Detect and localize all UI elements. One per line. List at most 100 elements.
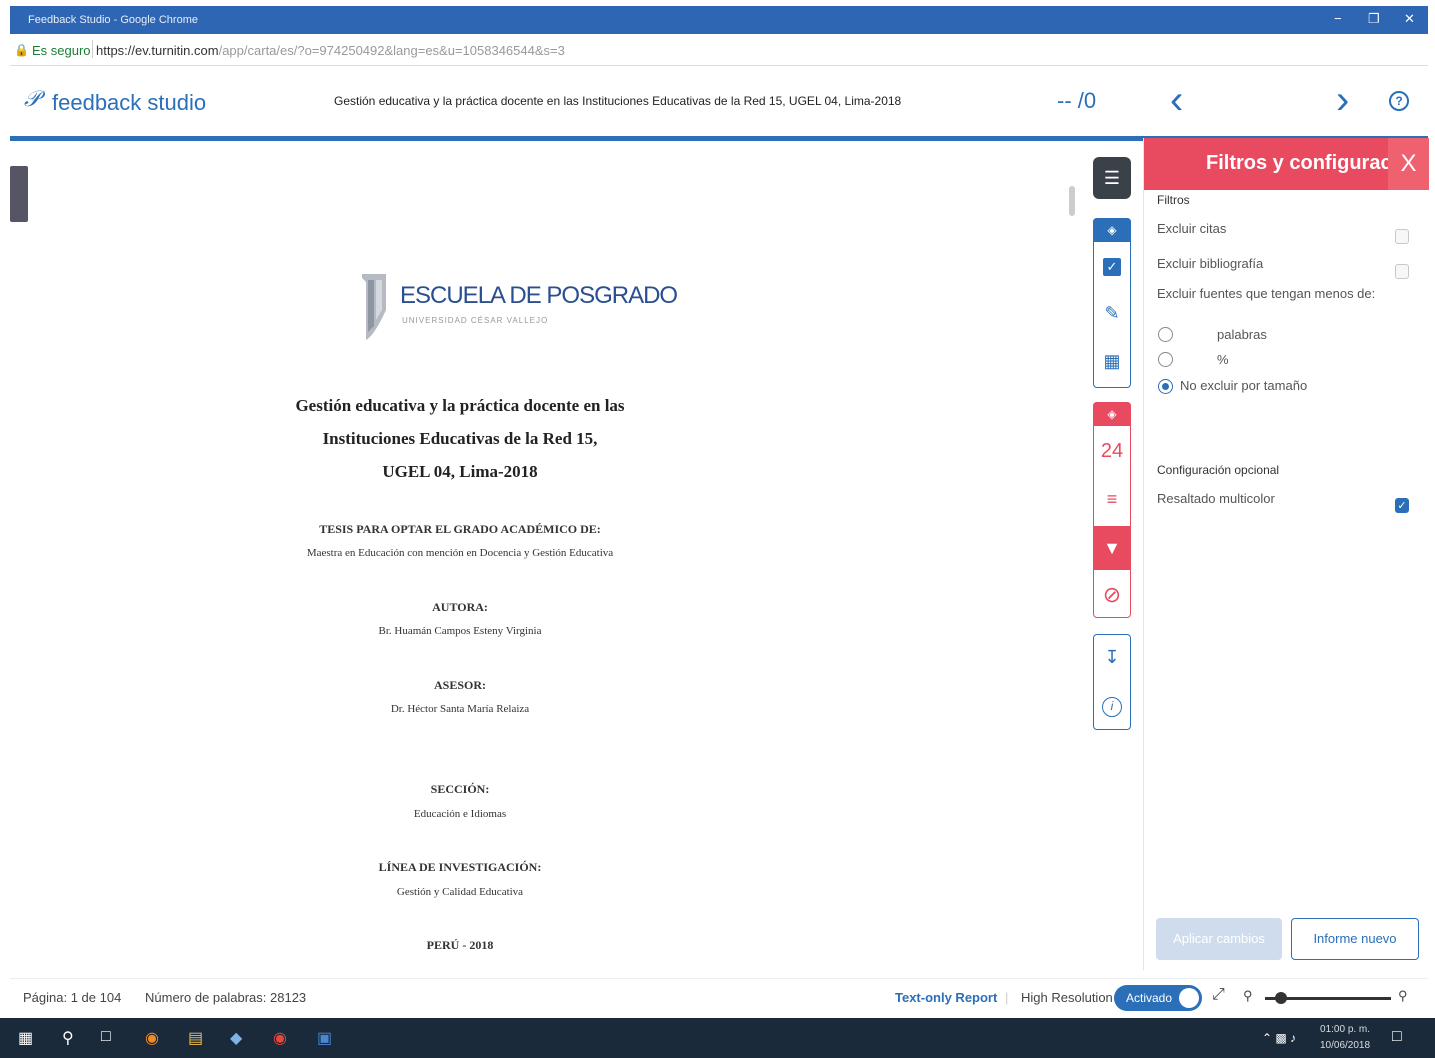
url-domain: https://ev.turnitin.com bbox=[96, 43, 219, 58]
funnel-icon: ▼ bbox=[1103, 537, 1121, 558]
stack-icon: ◈ bbox=[1107, 223, 1117, 237]
words-radio[interactable] bbox=[1158, 327, 1173, 342]
similarity-layer-button[interactable]: ◈ bbox=[1093, 402, 1131, 426]
exclusions-button[interactable]: ⊘ bbox=[1093, 574, 1131, 616]
windows-start-icon[interactable]: ▦ bbox=[18, 1028, 33, 1048]
new-report-button[interactable]: Informe nuevo bbox=[1291, 918, 1419, 960]
url-path: /app/carta/es/?o=974250492&lang=es&u=105… bbox=[218, 43, 565, 58]
filters-button[interactable]: ▼ bbox=[1093, 526, 1131, 570]
next-paper-chevron-icon[interactable]: › bbox=[1336, 78, 1349, 123]
url-text[interactable]: https://ev.turnitin.com/app/carta/es/?o=… bbox=[96, 43, 565, 58]
app-logo[interactable]: feedback studio bbox=[52, 90, 206, 116]
page-indicator: -- /0 bbox=[1057, 88, 1097, 113]
exclude-quotes-checkbox[interactable] bbox=[1395, 229, 1409, 244]
exclude-quotes-label: Excluir citas bbox=[1157, 221, 1227, 236]
thesis-degree: Maestra en Educación con mención en Doce… bbox=[306, 547, 614, 559]
close-window-button[interactable]: ✕ bbox=[1404, 11, 1415, 27]
document-title: Gestión educativa y la práctica docente … bbox=[334, 94, 902, 108]
feedback-summary-button[interactable]: ✎ bbox=[1093, 292, 1131, 334]
stack-icon: ◈ bbox=[1107, 407, 1117, 421]
download-button[interactable]: ↧ bbox=[1093, 636, 1131, 678]
os-taskbar: ▦ ⚲ □ ◉ ▤ ◆ ◉ ▣ ⌃ ▩ ♪ 01:00 p. m. 10/06/… bbox=[0, 1018, 1435, 1058]
lock-icon: 🔒 bbox=[14, 43, 29, 57]
filters-heading: Filtros bbox=[1157, 193, 1190, 207]
filters-panel: Filtros y configuración X Filtros Exclui… bbox=[1143, 138, 1429, 970]
percent-radio[interactable] bbox=[1158, 352, 1173, 367]
words-option-label: palabras bbox=[1217, 327, 1267, 342]
high-resolution-toggle[interactable]: Activado bbox=[1114, 985, 1202, 1011]
author-name: Br. Huamán Campos Esteny Virginia bbox=[378, 625, 542, 637]
rubric-grid-button[interactable]: ▦ bbox=[1093, 340, 1131, 382]
app-header: 𝒫 feedback studio Gestión educativa y la… bbox=[10, 70, 1428, 134]
text-only-report-link[interactable]: Text-only Report bbox=[895, 990, 997, 1005]
list-filter-icon: ≡ bbox=[1106, 488, 1118, 509]
no-exclude-radio[interactable] bbox=[1158, 379, 1173, 394]
feedback-studio-logo-icon: 𝒫 bbox=[24, 86, 40, 111]
percent-option-label: % bbox=[1217, 352, 1229, 367]
cover-footer: PERÚ - 2018 bbox=[426, 938, 494, 952]
side-panel-handle[interactable] bbox=[10, 166, 28, 222]
firefox-icon[interactable]: ◉ bbox=[145, 1028, 159, 1048]
similarity-score-button[interactable]: 24 bbox=[1093, 430, 1131, 472]
grading-layer-button[interactable]: ◈ bbox=[1093, 218, 1131, 242]
exclude-bibliography-checkbox[interactable] bbox=[1395, 264, 1409, 279]
layers-button[interactable]: ☰ bbox=[1093, 157, 1131, 199]
thesis-title-line-3: UGEL 04, Lima-2018 bbox=[382, 462, 538, 481]
research-line-value: Gestión y Calidad Educativa bbox=[396, 886, 524, 898]
thesis-title-line-1: Gestión educativa y la práctica docente … bbox=[295, 396, 625, 415]
status-divider: | bbox=[1005, 990, 1009, 1005]
clock-date: 10/06/2018 bbox=[1320, 1040, 1371, 1051]
search-icon[interactable]: ⚲ bbox=[62, 1028, 74, 1048]
download-icon: ↧ bbox=[1104, 646, 1120, 667]
app-shortcut-icon[interactable]: ◆ bbox=[230, 1028, 242, 1048]
rubric-check-button[interactable]: ✓ bbox=[1093, 246, 1131, 288]
edit-icon: ✎ bbox=[1104, 302, 1120, 323]
high-resolution-label: High Resolution bbox=[1021, 990, 1113, 1005]
apply-changes-button[interactable]: Aplicar cambios bbox=[1156, 918, 1282, 960]
close-panel-button[interactable]: X bbox=[1388, 138, 1429, 190]
restore-button[interactable]: ❐ bbox=[1368, 11, 1380, 27]
file-explorer-icon[interactable]: ▤ bbox=[188, 1028, 203, 1048]
secure-label: Es seguro bbox=[32, 43, 91, 58]
status-bar: Página: 1 de 104 Número de palabras: 281… bbox=[10, 978, 1428, 1016]
optional-settings-heading: Configuración opcional bbox=[1157, 463, 1280, 477]
author-label: AUTORA: bbox=[432, 600, 488, 614]
section-label: SECCIÓN: bbox=[430, 782, 490, 796]
window-title: Feedback Studio - Google Chrome bbox=[28, 14, 198, 26]
address-divider bbox=[92, 40, 93, 58]
info-button[interactable]: i bbox=[1093, 686, 1131, 728]
notification-icon[interactable]: □ bbox=[1392, 1028, 1402, 1046]
minimize-button[interactable]: − bbox=[1334, 11, 1342, 26]
grid-icon: ▦ bbox=[1103, 350, 1121, 371]
exclude-bibliography-label: Excluir bibliografía bbox=[1157, 256, 1264, 271]
help-icon[interactable]: ? bbox=[1389, 91, 1409, 111]
zoom-slider-knob[interactable] bbox=[1275, 992, 1287, 1004]
address-bar[interactable]: 🔒 Es seguro https://ev.turnitin.com/app/… bbox=[10, 34, 1428, 66]
thesis-title-line-2: Instituciones Educativas de la Red 15, bbox=[322, 429, 598, 448]
word-icon[interactable]: ▣ bbox=[317, 1028, 332, 1048]
section-value: Educación e Idiomas bbox=[413, 808, 507, 820]
brand-subtitle: UNIVERSIDAD CÉSAR VALLEJO bbox=[402, 316, 549, 325]
fullscreen-icon[interactable]: ⤢ bbox=[1212, 986, 1225, 1004]
previous-paper-chevron-icon[interactable]: ‹ bbox=[1170, 78, 1183, 123]
match-list-button[interactable]: ≡ bbox=[1093, 478, 1131, 520]
tray-icons[interactable]: ⌃ ▩ ♪ bbox=[1262, 1031, 1296, 1045]
research-line-label: LÍNEA DE INVESTIGACIÓN: bbox=[378, 860, 542, 874]
university-shield-icon bbox=[362, 274, 386, 340]
info-icon: i bbox=[1102, 697, 1122, 717]
checkbox-icon: ✓ bbox=[1103, 258, 1121, 276]
page-count: Página: 1 de 104 bbox=[23, 990, 122, 1005]
task-view-icon[interactable]: □ bbox=[101, 1028, 111, 1046]
zoom-out-icon[interactable]: ⚲ bbox=[1243, 988, 1253, 1004]
system-clock[interactable]: 01:00 p. m. 10/06/2018 bbox=[1320, 1022, 1370, 1054]
zoom-in-icon[interactable]: ⚲ bbox=[1398, 988, 1408, 1004]
advisor-name: Dr. Héctor Santa María Relaiza bbox=[390, 703, 530, 715]
no-exclude-option-label: No excluir por tamaño bbox=[1180, 378, 1308, 393]
chrome-icon[interactable]: ◉ bbox=[273, 1028, 287, 1048]
exclude-small-sources-label: Excluir fuentes que tengan menos de: bbox=[1157, 286, 1376, 301]
multicolor-label: Resaltado multicolor bbox=[1157, 491, 1275, 506]
panel-header: Filtros y configuración X bbox=[1144, 138, 1429, 190]
word-count: Número de palabras: 28123 bbox=[145, 990, 307, 1005]
document-scrollbar[interactable] bbox=[1069, 186, 1075, 216]
multicolor-checkbox[interactable]: ✓ bbox=[1395, 498, 1409, 513]
